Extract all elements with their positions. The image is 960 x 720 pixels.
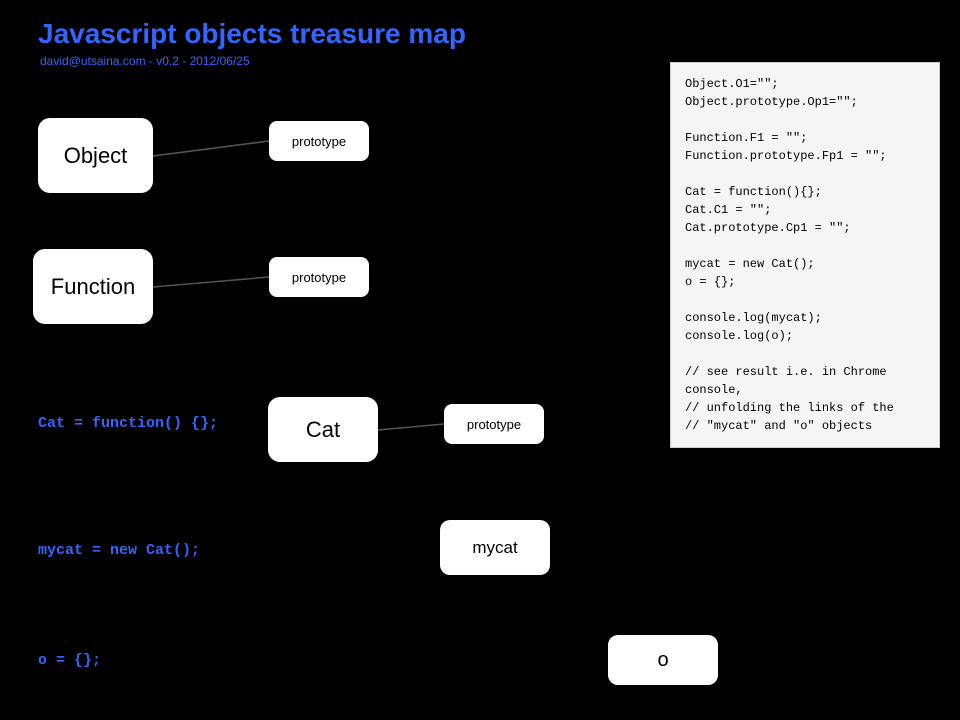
- code-line: Cat = function(){};: [685, 183, 925, 201]
- code-line: [685, 291, 925, 309]
- code-line: // "mycat" and "o" objects: [685, 417, 925, 435]
- code-line: Object.O1="";: [685, 75, 925, 93]
- code-line: console.log(mycat);: [685, 309, 925, 327]
- code-line: Cat.prototype.Cp1 = "";: [685, 219, 925, 237]
- proto-cat: prototype: [444, 404, 544, 444]
- code-line: // see result i.e. in Chrome console,: [685, 363, 925, 399]
- code-line: mycat = new Cat();: [685, 255, 925, 273]
- code-line: // unfolding the links of the: [685, 399, 925, 417]
- page-title: Javascript objects treasure map: [38, 18, 466, 50]
- code-line: [685, 111, 925, 129]
- code-line: [685, 345, 925, 363]
- cat-code-label: Cat = function() {};: [38, 415, 218, 432]
- code-line: console.log(o);: [685, 327, 925, 345]
- node-cat: Cat: [268, 397, 378, 462]
- code-line: [685, 165, 925, 183]
- page-subtitle: david@utsaina.com - v0.2 - 2012/06/25: [40, 54, 250, 68]
- proto-object: prototype: [269, 121, 369, 161]
- node-mycat: mycat: [440, 520, 550, 575]
- o-code-label: o = {};: [38, 652, 101, 669]
- node-o: o: [608, 635, 718, 685]
- code-line: Function.F1 = "";: [685, 129, 925, 147]
- code-line: o = {};: [685, 273, 925, 291]
- mycat-code-label: mycat = new Cat();: [38, 542, 200, 559]
- node-function: Function: [33, 249, 153, 324]
- code-panel-content: Object.O1="";Object.prototype.Op1=""; Fu…: [685, 75, 925, 435]
- proto-function: prototype: [269, 257, 369, 297]
- code-panel: Object.O1="";Object.prototype.Op1=""; Fu…: [670, 62, 940, 448]
- node-object: Object: [38, 118, 153, 193]
- code-line: [685, 237, 925, 255]
- code-line: Object.prototype.Op1="";: [685, 93, 925, 111]
- code-line: Cat.C1 = "";: [685, 201, 925, 219]
- code-line: Function.prototype.Fp1 = "";: [685, 147, 925, 165]
